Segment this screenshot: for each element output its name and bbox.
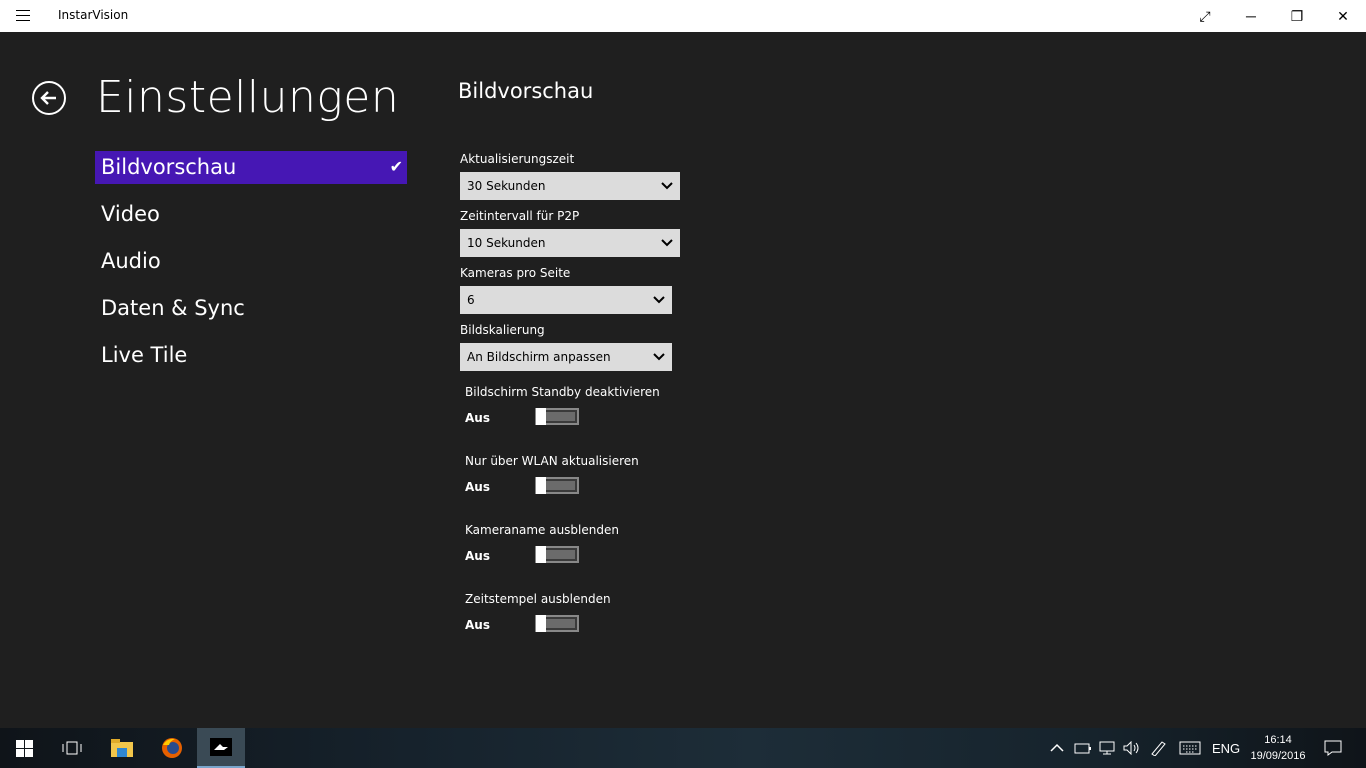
page-title: Einstellungen [96, 72, 400, 123]
category-label: Daten & Sync [101, 296, 245, 320]
taskbar: ENG 16:14 19/09/2016 [0, 728, 1366, 768]
chevron-down-icon [653, 343, 665, 381]
network-icon[interactable] [1098, 728, 1116, 768]
p2p-interval-select[interactable]: 10 Sekunden [460, 229, 680, 257]
timestamp-toggle-label: Zeitstempel ausblenden [465, 592, 611, 606]
standby-toggle-state: Aus [465, 411, 490, 425]
notifications-icon[interactable] [1324, 728, 1342, 768]
select-value: An Bildschirm anpassen [467, 350, 611, 364]
task-view-icon[interactable] [48, 728, 96, 768]
keyboard-icon[interactable] [1179, 728, 1201, 768]
app-title: InstarVision [58, 8, 129, 22]
refresh-time-label: Aktualisierungszeit [460, 152, 575, 166]
clock-date: 19/09/2016 [1250, 750, 1306, 762]
instarvision-taskbar-icon[interactable] [197, 728, 245, 768]
standby-toggle-label: Bildschirm Standby deaktivieren [465, 385, 660, 399]
category-label: Video [101, 202, 160, 226]
section-title: Bildvorschau [458, 79, 594, 103]
clock-time: 16:14 [1264, 734, 1292, 746]
clock[interactable]: 16:14 19/09/2016 [1246, 732, 1310, 764]
minimize-icon[interactable]: ─ [1228, 0, 1274, 32]
cameras-per-page-label: Kameras pro Seite [460, 266, 571, 280]
wlan-toggle[interactable] [535, 477, 579, 494]
wlan-toggle-state: Aus [465, 480, 490, 494]
hamburger-icon[interactable] [16, 10, 30, 22]
restore-icon[interactable]: ❐ [1274, 0, 1320, 32]
windows-start-icon[interactable] [0, 728, 48, 768]
volume-icon[interactable] [1123, 728, 1141, 768]
checkmark-icon: ✔ [389, 157, 403, 176]
category-label: Audio [101, 249, 161, 273]
camera-name-toggle[interactable] [535, 546, 579, 563]
standby-toggle[interactable] [535, 408, 579, 425]
select-value: 10 Sekunden [467, 236, 546, 250]
camera-name-toggle-state: Aus [465, 549, 490, 563]
language-indicator[interactable]: ENG [1212, 728, 1240, 768]
back-button[interactable] [32, 81, 66, 115]
camera-name-toggle-label: Kameraname ausblenden [465, 523, 619, 537]
category-label: Live Tile [101, 343, 188, 367]
select-value: 6 [467, 293, 475, 307]
chevron-down-icon [661, 172, 673, 210]
battery-icon[interactable] [1074, 728, 1092, 768]
category-audio[interactable]: Audio [95, 245, 407, 278]
file-explorer-icon[interactable] [98, 728, 146, 768]
image-scaling-select[interactable]: An Bildschirm anpassen [460, 343, 672, 371]
timestamp-toggle-state: Aus [465, 618, 490, 632]
category-label: Bildvorschau [101, 155, 237, 179]
show-hidden-icons-icon[interactable] [1050, 728, 1064, 768]
timestamp-toggle[interactable] [535, 615, 579, 632]
image-scaling-label: Bildskalierung [460, 323, 545, 337]
refresh-time-select[interactable]: 30 Sekunden [460, 172, 680, 200]
p2p-interval-label: Zeitintervall für P2P [460, 209, 580, 223]
category-daten-sync[interactable]: Daten & Sync [95, 292, 407, 325]
wlan-toggle-label: Nur über WLAN aktualisieren [465, 454, 639, 468]
pen-icon[interactable] [1150, 728, 1168, 768]
category-video[interactable]: Video [95, 198, 407, 231]
cameras-per-page-select[interactable]: 6 [460, 286, 672, 314]
category-bildvorschau[interactable]: Bildvorschau ✔ [95, 151, 407, 184]
chevron-down-icon [653, 286, 665, 324]
title-bar: InstarVision ⤢ ─ ❐ ✕ [0, 0, 1366, 32]
chevron-down-icon [661, 229, 673, 267]
firefox-icon[interactable] [148, 728, 196, 768]
back-arrow-icon [40, 91, 56, 105]
close-icon[interactable]: ✕ [1320, 0, 1366, 32]
select-value: 30 Sekunden [467, 179, 546, 193]
expand-icon[interactable]: ⤢ [1182, 0, 1228, 32]
category-live-tile[interactable]: Live Tile [95, 339, 407, 372]
